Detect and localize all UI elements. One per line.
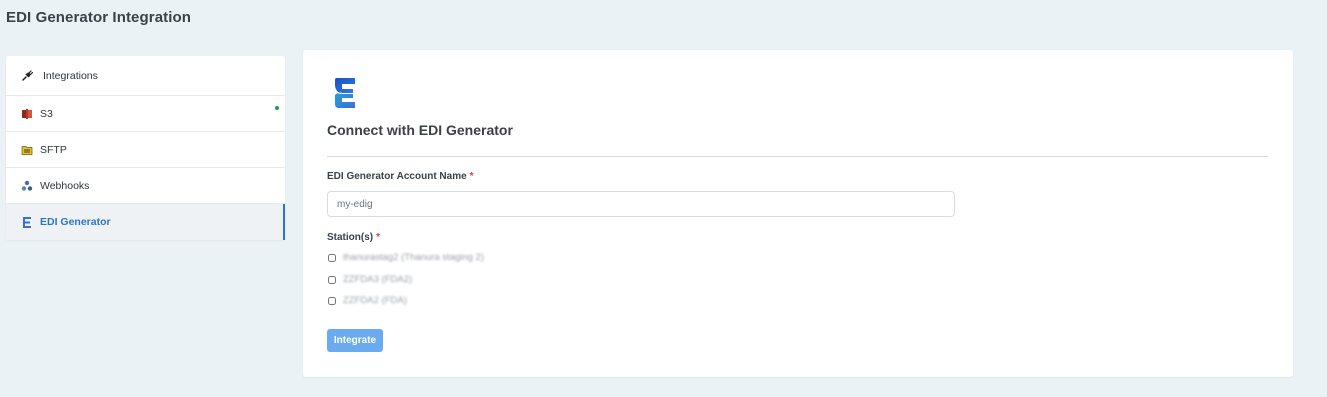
- sidebar: Integrations S3 SFTP Webhooks EDI Genera…: [6, 56, 285, 240]
- edi-generator-logo-icon: [333, 77, 357, 109]
- sidebar-item-label: Integrations: [43, 69, 98, 82]
- integrate-button[interactable]: Integrate: [327, 329, 383, 352]
- station-option[interactable]: ZZFDA2 (FDA): [328, 295, 407, 306]
- sidebar-item-label: SFTP: [40, 143, 67, 156]
- account-name-input[interactable]: [327, 191, 955, 217]
- sidebar-item-label: S3: [40, 107, 53, 120]
- station-checkbox[interactable]: [328, 275, 336, 284]
- station-option[interactable]: ZZFDA3 (FDA2): [328, 274, 412, 285]
- sidebar-item-edi-generator[interactable]: EDI Generator: [6, 204, 285, 240]
- sidebar-item-label: EDI Generator: [40, 216, 111, 228]
- webhook-icon: [20, 179, 34, 193]
- sidebar-item-sftp[interactable]: SFTP: [6, 132, 285, 168]
- sidebar-item-webhooks[interactable]: Webhooks: [6, 168, 285, 204]
- account-name-label: EDI Generator Account Name *: [327, 171, 474, 182]
- status-indicator: [275, 106, 279, 110]
- stations-label: Station(s) *: [327, 232, 381, 243]
- station-label: thanurastag2 (Thanura staging 2): [343, 252, 485, 263]
- station-checkbox[interactable]: [328, 253, 336, 262]
- station-checkbox[interactable]: [328, 296, 336, 305]
- page-title: EDI Generator Integration: [6, 9, 192, 26]
- edi-generator-icon: [20, 215, 34, 229]
- station-label: ZZFDA2 (FDA): [343, 295, 407, 306]
- integration-card: Connect with EDI Generator EDI Generator…: [303, 50, 1293, 377]
- s3-bucket-icon: [20, 107, 34, 121]
- sidebar-item-label: Webhooks: [40, 179, 90, 192]
- station-option[interactable]: thanurastag2 (Thanura staging 2): [328, 252, 484, 263]
- folder-icon: [20, 143, 34, 157]
- divider: [327, 156, 1268, 157]
- sidebar-item-integrations[interactable]: Integrations: [6, 56, 285, 96]
- station-label: ZZFDA3 (FDA2): [343, 274, 413, 285]
- required-marker: *: [376, 232, 381, 243]
- plug-icon: [20, 69, 34, 83]
- required-marker: *: [469, 171, 474, 182]
- sidebar-item-s3[interactable]: S3: [6, 96, 285, 132]
- card-title: Connect with EDI Generator: [327, 122, 513, 138]
